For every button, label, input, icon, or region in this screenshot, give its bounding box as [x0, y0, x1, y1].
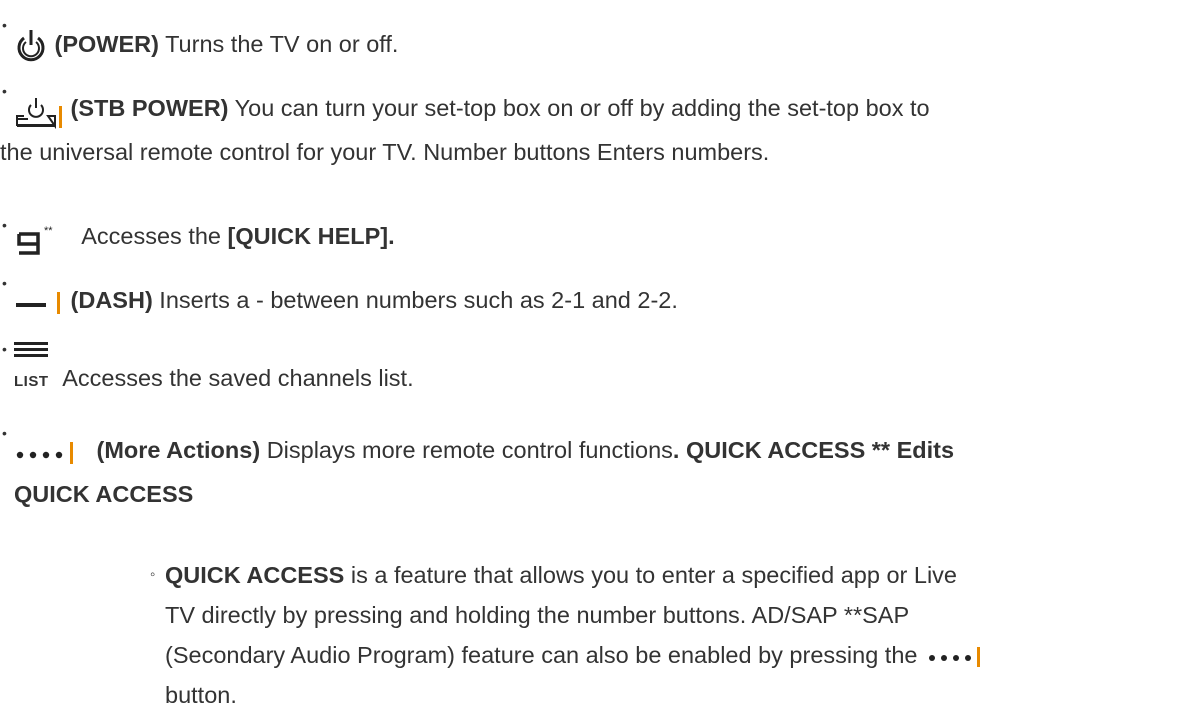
quick-access-line3: (Secondary Audio Program) feature can al…: [165, 642, 918, 668]
quick-access-line4: button.: [165, 682, 237, 708]
sub-bullet: ◦: [150, 566, 156, 583]
bullet: •: [2, 425, 7, 441]
list-item-more-actions: • (More Actions) Displays more remote co…: [0, 425, 1173, 516]
more-actions-icon: [14, 438, 90, 472]
stb-power-description: You can turn your set-top box on or off …: [228, 95, 930, 121]
bullet: •: [2, 217, 7, 233]
quick-access-line2: TV directly by pressing and holding the …: [165, 602, 910, 628]
list-description: Accesses the saved channels list.: [57, 365, 414, 391]
list-item-power: • (POWER) Turns the TV on or off.: [0, 18, 1173, 66]
dash-label: (DASH): [70, 287, 153, 313]
list-item-quick-help: • ** Accesses the [QUICK HELP].: [0, 214, 1173, 258]
power-icon: [14, 28, 48, 64]
quick-help-label: [QUICK HELP].: [227, 223, 395, 249]
power-label: (POWER): [54, 31, 159, 57]
stb-power-description-cont: the universal remote control for your TV…: [0, 139, 770, 165]
sub-list-item-quick-access: ◦ QUICK ACCESS is a feature that allows …: [150, 555, 1173, 715]
quick-access-line1: is a feature that allows you to enter a …: [344, 562, 957, 588]
bullet: •: [2, 83, 7, 99]
nine-quick-help-icon: **: [14, 224, 76, 258]
icon-superscript: **: [44, 225, 53, 237]
dash-description: Inserts a - between numbers such as 2-1 …: [152, 287, 678, 313]
quick-help-description: Accesses the: [81, 223, 228, 249]
dash-icon: [14, 288, 64, 322]
more-actions-bold-line2: QUICK ACCESS: [14, 481, 194, 507]
more-actions-bold-tail: . QUICK ACCESS ** Edits: [672, 437, 955, 463]
more-actions-label: (More Actions): [96, 437, 261, 463]
stb-power-icon: [14, 96, 64, 130]
more-actions-icon: [924, 645, 984, 675]
list-icon: [14, 340, 54, 360]
stb-power-label: (STB POWER): [70, 95, 229, 121]
list-item-dash: • (DASH) Inserts a - between numbers suc…: [0, 275, 1173, 322]
list-item-stb-power: • (STB POWER) You can turn your set-top …: [0, 83, 1173, 174]
more-actions-description: Displays more remote control functions: [260, 437, 673, 463]
list-icon-caption: LIST: [14, 373, 49, 390]
list-item-channel-list: • LIST Accesses the saved channels list.: [0, 336, 1173, 404]
quick-access-lead: QUICK ACCESS: [165, 562, 345, 588]
power-description: Turns the TV on or off.: [158, 31, 399, 57]
bullet: •: [2, 17, 7, 33]
bullet: •: [2, 275, 7, 291]
